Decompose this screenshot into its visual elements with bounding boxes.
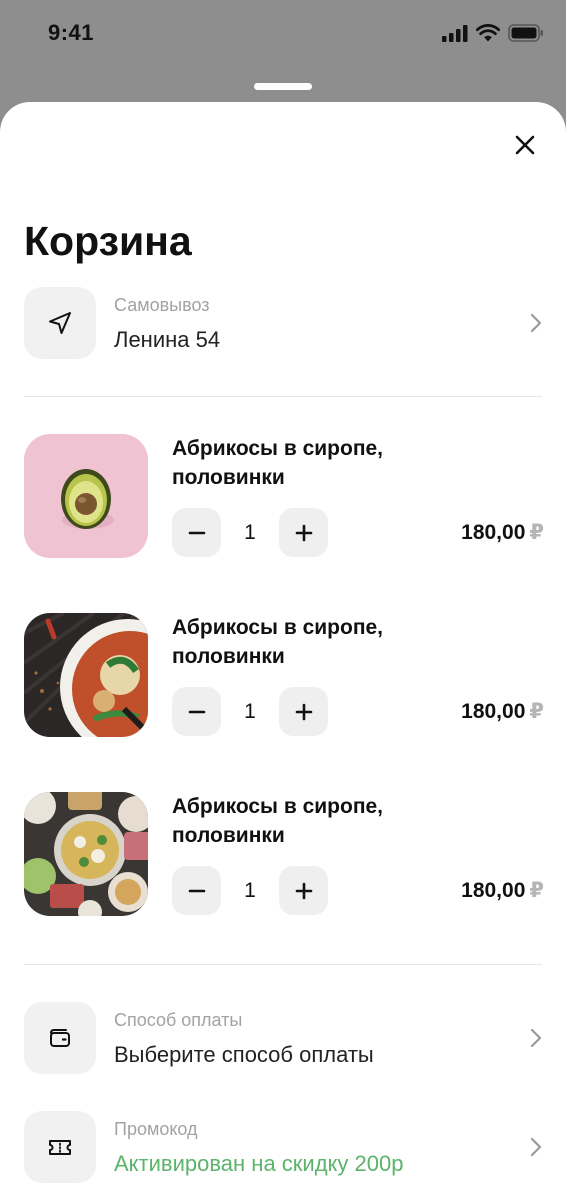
plus-icon [295, 703, 312, 720]
close-button[interactable] [512, 132, 538, 158]
cart-item: Абрикосы в сиропе, половинки 1 180,00 ₽ [24, 613, 544, 738]
promo-code-row[interactable]: Промокод Активирован на скидку 200р [24, 1111, 544, 1185]
payment-icon-tile [24, 1002, 96, 1074]
price-amount: 180,00 [461, 879, 526, 902]
delivery-caption: Самовывоз [114, 295, 210, 315]
payment-method-row[interactable]: Способ оплаты Выберите способ оплаты [24, 1002, 544, 1076]
navigation-arrow-icon [49, 312, 71, 334]
product-name[interactable]: Абрикосы в сиропе, половинки [172, 434, 442, 492]
decrease-quantity-button[interactable] [172, 687, 221, 736]
wallet-icon [50, 1029, 70, 1047]
minus-icon [188, 710, 205, 713]
product-image[interactable] [24, 792, 148, 916]
plus-icon [295, 524, 312, 541]
divider [24, 964, 542, 965]
item-price: 180,00 ₽ [461, 508, 544, 557]
chevron-right-icon [530, 1028, 542, 1048]
price-amount: 180,00 [461, 700, 526, 723]
soup-photo [24, 613, 148, 737]
payment-caption: Способ оплаты [114, 1010, 243, 1030]
product-name[interactable]: Абрикосы в сиропе, половинки [172, 613, 442, 671]
increase-quantity-button[interactable] [279, 866, 328, 915]
status-icons [442, 24, 544, 42]
battery-icon [508, 24, 543, 42]
item-price: 180,00 ₽ [461, 866, 544, 915]
quantity-value: 1 [244, 879, 256, 902]
avocado-photo [24, 434, 148, 558]
increase-quantity-button[interactable] [279, 687, 328, 736]
status-bar: 9:41 [0, 0, 566, 70]
product-image[interactable] [24, 613, 148, 737]
cart-sheet: Корзина Самовывоз Ленина 54 Абрикосы в с… [0, 102, 566, 1204]
minus-icon [188, 531, 205, 534]
status-time: 9:41 [48, 20, 95, 45]
promo-status: Активирован на скидку 200р [114, 1151, 404, 1176]
product-image[interactable] [24, 434, 148, 558]
minus-icon [188, 889, 205, 892]
plus-icon [295, 882, 312, 899]
promo-caption: Промокод [114, 1119, 198, 1139]
price-amount: 180,00 [461, 521, 526, 544]
currency-symbol: ₽ [529, 521, 544, 544]
decrease-quantity-button[interactable] [172, 866, 221, 915]
divider [24, 396, 542, 397]
chevron-right-icon [530, 1137, 542, 1157]
chevron-right-icon [530, 313, 542, 333]
currency-symbol: ₽ [529, 700, 544, 723]
product-name[interactable]: Абрикосы в сиропе, половинки [172, 792, 442, 850]
increase-quantity-button[interactable] [279, 508, 328, 557]
cellular-signal-icon [442, 24, 468, 42]
sheet-grabber[interactable] [254, 83, 312, 90]
cart-item: Абрикосы в сиропе, половинки 1 180,00 ₽ [24, 792, 544, 917]
payment-value: Выберите способ оплаты [114, 1042, 374, 1067]
ticket-icon [49, 1140, 71, 1155]
quantity-value: 1 [244, 521, 256, 544]
close-icon [515, 135, 535, 155]
decrease-quantity-button[interactable] [172, 508, 221, 557]
quantity-value: 1 [244, 700, 256, 723]
hotpot-photo [24, 792, 148, 916]
promo-icon-tile [24, 1111, 96, 1183]
cart-item: Абрикосы в сиропе, половинки 1 180,00 ₽ [24, 434, 544, 559]
delivery-icon-tile [24, 287, 96, 359]
wifi-icon [476, 24, 500, 42]
page-title: Корзина [24, 218, 192, 264]
currency-symbol: ₽ [529, 879, 544, 902]
item-price: 180,00 ₽ [461, 687, 544, 736]
delivery-method-row[interactable]: Самовывоз Ленина 54 [24, 287, 544, 361]
delivery-address: Ленина 54 [114, 327, 221, 352]
